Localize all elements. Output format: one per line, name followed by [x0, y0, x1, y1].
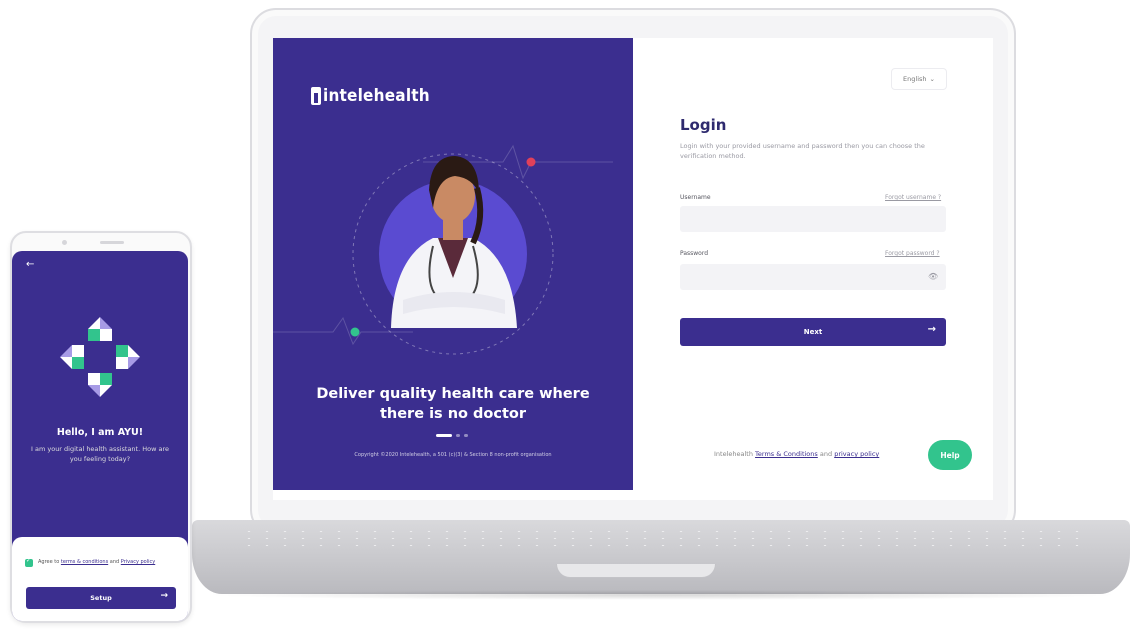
phone-greeting: Hello, I am AYU! — [56, 427, 144, 438]
agree-row[interactable]: Agree to terms & conditions and Privacy … — [25, 557, 178, 567]
carousel-dot-2[interactable] — [456, 434, 460, 437]
brand-name: intelehealth — [323, 86, 430, 106]
footer-and: and — [819, 450, 833, 458]
terms-link[interactable]: Terms & Conditions — [755, 450, 818, 458]
arrow-right-icon: → — [160, 591, 168, 601]
laptop-screen: intelehealth Deliver quality health care… — [273, 38, 993, 500]
laptop-notch — [556, 564, 716, 578]
arrow-right-icon: → — [927, 324, 936, 335]
next-button-label: Next — [803, 328, 823, 336]
green-dot — [350, 327, 360, 337]
login-subtitle: Login with your provided username and pa… — [680, 142, 925, 160]
language-label: English — [903, 75, 927, 83]
ayu-logo-icon — [60, 317, 140, 397]
copyright-text: Copyright ©2020 Intelehealth, a 501 (c)(… — [354, 452, 552, 458]
help-button[interactable]: Help — [928, 440, 972, 470]
agree-checkbox[interactable] — [25, 557, 33, 567]
brand-logo: intelehealth — [311, 86, 430, 106]
phone-camera — [62, 240, 67, 245]
language-select[interactable]: English ⌄ — [891, 68, 947, 90]
phone-bottom-sheet: Agree to terms & conditions and Privacy … — [12, 537, 188, 621]
laptop-keys — [240, 528, 1080, 548]
next-button[interactable]: Next → — [680, 318, 946, 346]
privacy-link[interactable]: privacy policy — [834, 450, 879, 458]
brand-icon — [311, 87, 321, 105]
forgot-username-link[interactable]: Forgot username ? — [885, 194, 941, 201]
chevron-down-icon: ⌄ — [929, 75, 935, 83]
carousel-indicator[interactable] — [436, 434, 468, 437]
forgot-password-link[interactable]: Forgot password ? — [885, 250, 940, 257]
footer-prefix: Intelehealth — [714, 450, 753, 458]
phone-description: I am your digital health assistant. How … — [31, 445, 169, 463]
password-input[interactable] — [680, 264, 946, 290]
username-input[interactable] — [680, 206, 946, 232]
footer-links: Intelehealth Terms & Conditions and priv… — [714, 450, 879, 458]
phone-terms-link[interactable]: terms & conditions — [61, 559, 108, 565]
login-title: Login — [680, 116, 727, 134]
agree-prefix: Agree to — [38, 559, 60, 565]
password-label: Password — [680, 250, 709, 257]
phone-screen: ← Hello, I am AYU! I am your digital hea… — [12, 251, 188, 621]
red-dot — [526, 157, 536, 167]
hero-panel: intelehealth Deliver quality health care… — [273, 38, 633, 490]
username-label: Username — [680, 194, 711, 201]
setup-button[interactable]: Setup → — [26, 587, 176, 609]
setup-button-label: Setup — [90, 594, 112, 602]
carousel-dot-1[interactable] — [436, 434, 452, 437]
eye-icon[interactable]: 👁 — [928, 272, 938, 281]
agree-text: Agree to terms & conditions and Privacy … — [38, 559, 178, 566]
hero-title: Deliver quality health care where there … — [316, 386, 590, 422]
back-arrow-icon[interactable]: ← — [26, 259, 34, 270]
laptop-shadow — [200, 590, 1124, 600]
agree-and: and — [109, 559, 120, 565]
carousel-dot-3[interactable] — [464, 434, 468, 437]
phone-speaker — [100, 241, 124, 244]
phone-privacy-link[interactable]: Privacy policy — [121, 559, 155, 565]
